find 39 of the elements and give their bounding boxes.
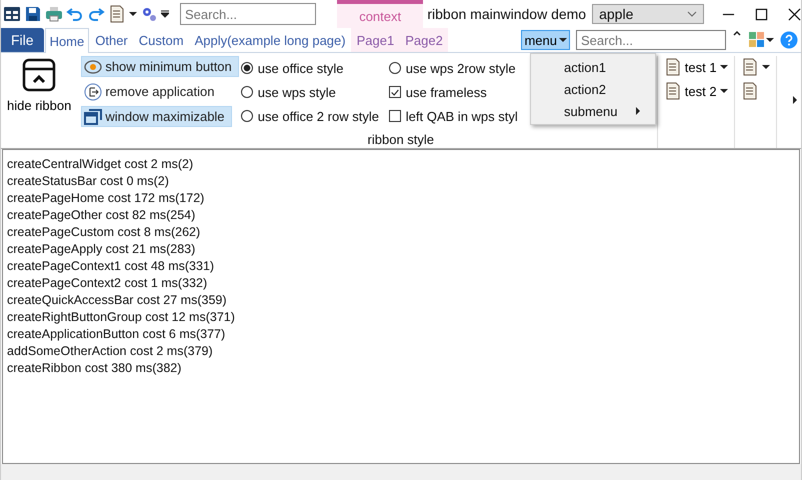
context-label: context bbox=[359, 8, 402, 24]
log-line: createCentralWidget cost 2 ms(2) bbox=[7, 156, 194, 173]
log-line: createPageContext2 cost 1 ms(332) bbox=[7, 275, 208, 292]
file-button[interactable]: File bbox=[1, 28, 44, 52]
log-line: createPageCustom cost 8 ms(262) bbox=[7, 224, 202, 241]
ribbon-tab[interactable]: Other bbox=[90, 28, 133, 52]
ribbon-tab[interactable]: Home bbox=[44, 28, 90, 53]
group-label: ribbon style bbox=[368, 132, 434, 147]
log-line: createStatusBar cost 0 ms(2) bbox=[7, 173, 170, 190]
menu-button[interactable]: menu bbox=[521, 30, 570, 50]
log-line: createPageHome cost 172 ms(172) bbox=[7, 190, 206, 207]
fruit-combo[interactable]: apple bbox=[592, 4, 704, 24]
window-title: ribbon mainwindow demo bbox=[427, 6, 586, 22]
ribbon-tab[interactable]: Custom bbox=[134, 28, 189, 52]
ribbon-tab[interactable]: Apply(example long page) bbox=[190, 28, 351, 52]
test-menu-button[interactable]: test 2 bbox=[664, 82, 728, 100]
toggle-action-button[interactable]: window maximizable bbox=[81, 106, 232, 127]
context-tab[interactable]: Page1 bbox=[352, 28, 400, 52]
style-option[interactable]: use office style bbox=[240, 56, 389, 80]
hide-ribbon-button[interactable]: hide ribbon bbox=[1, 56, 78, 115]
log-line: createPageApply cost 21 ms(283) bbox=[7, 241, 196, 258]
menu-item[interactable]: action1 bbox=[531, 56, 655, 78]
toggle-action-button[interactable]: show minimum button bbox=[81, 56, 239, 77]
log-line: createRightButtonGroup cost 12 ms(371) bbox=[7, 309, 236, 326]
style-option[interactable]: use wps style bbox=[240, 80, 389, 104]
style-option[interactable]: use office 2 row style bbox=[240, 104, 389, 128]
menu-item[interactable]: submenu bbox=[531, 100, 655, 122]
toggle-action-button[interactable]: remove application bbox=[81, 81, 222, 102]
log-line: createApplicationButton cost 6 ms(377) bbox=[7, 326, 226, 343]
log-line: createQuickAccessBar cost 27 ms(359) bbox=[7, 292, 228, 309]
search-field[interactable]: Search... bbox=[576, 30, 726, 50]
log-line: addSomeOtherAction cost 2 ms(379) bbox=[7, 343, 214, 360]
log-line: createPageContext1 cost 48 ms(331) bbox=[7, 258, 216, 275]
search-field[interactable]: Search... bbox=[180, 3, 316, 25]
log-line: createRibbon cost 380 ms(382) bbox=[7, 360, 182, 377]
test-menu-button[interactable]: test 1 bbox=[664, 58, 728, 76]
context-tab[interactable]: Page2 bbox=[400, 28, 448, 52]
menu-item[interactable]: action2 bbox=[531, 78, 655, 100]
log-line: createPageOther cost 82 ms(254) bbox=[7, 207, 196, 224]
